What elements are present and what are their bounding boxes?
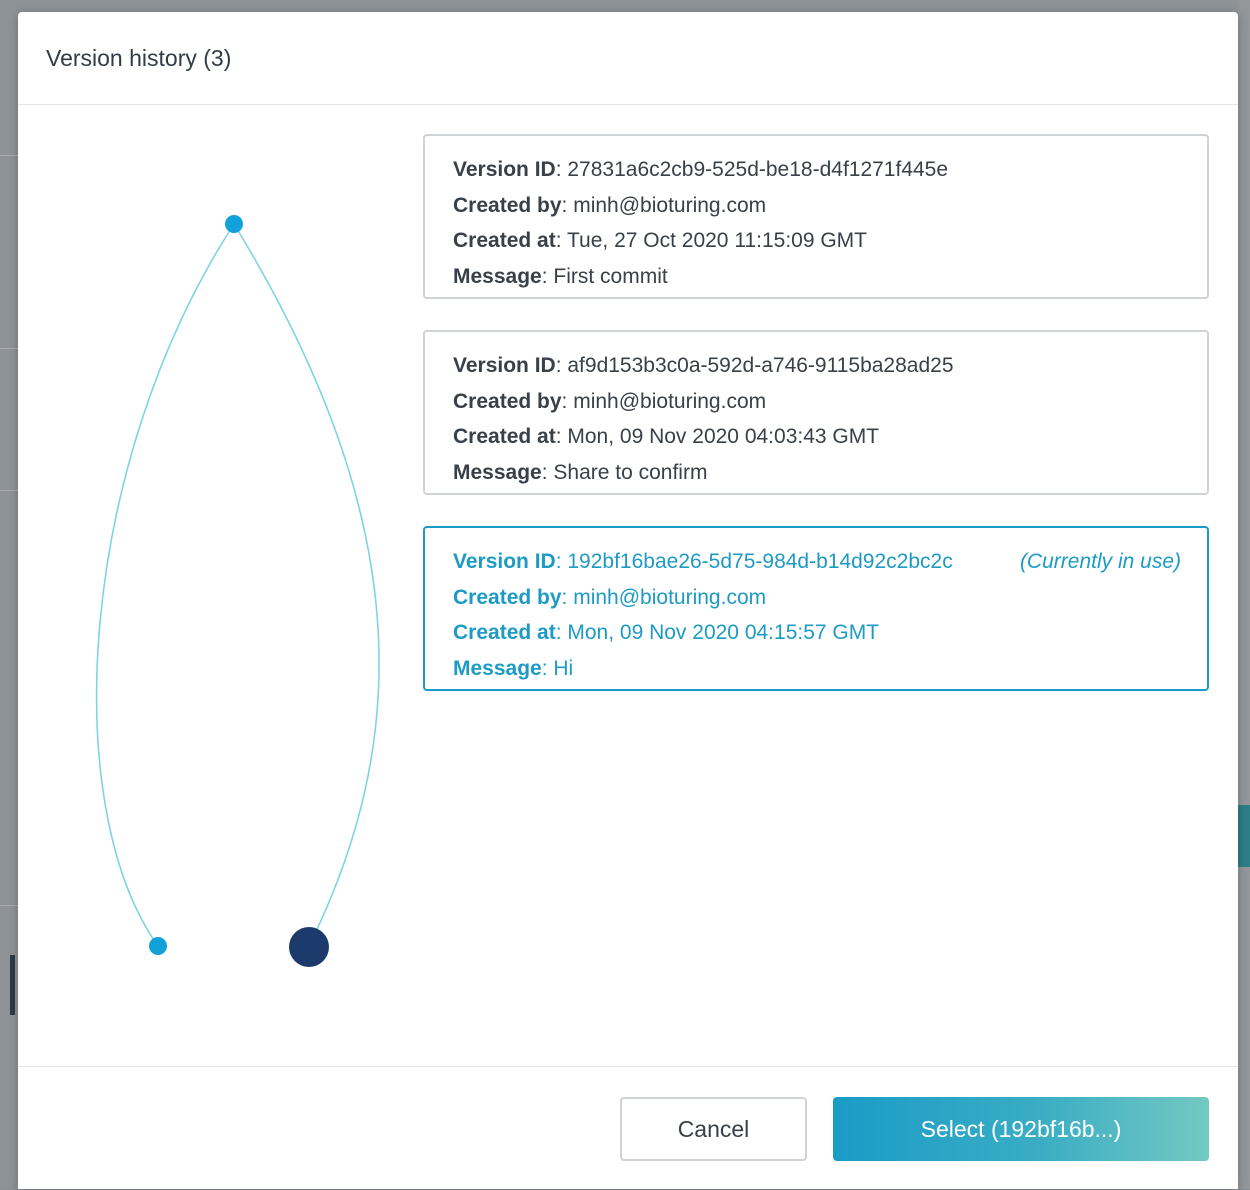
version-id: 27831a6c2cb9-525d-be18-d4f1271f445e	[567, 158, 949, 181]
message-value: Hi	[553, 656, 574, 680]
created-at-value: Mon, 09 Nov 2020 04:15:57 GMT	[567, 621, 880, 644]
version-card[interactable]: Version ID: 27831a6c2cb9-525d-be18-d4f12…	[423, 134, 1209, 299]
message-value: Share to confirm	[553, 460, 708, 484]
version-card[interactable]: Version ID: af9d153b3c0a-592d-a746-9115b…	[423, 330, 1209, 495]
graph-node-version-current[interactable]	[289, 927, 329, 967]
created-by-value: minh@bioturing.com	[573, 585, 767, 609]
message-value: First commit	[553, 264, 668, 288]
modal-header: Version history (3)	[18, 12, 1238, 105]
version-id-row: Version ID: af9d153b3c0a-592d-a746-9115b…	[453, 354, 954, 377]
message-row: Message: Hi	[453, 656, 574, 680]
version-id-row: Version ID: 27831a6c2cb9-525d-be18-d4f12…	[453, 158, 949, 181]
background-edge	[1238, 0, 1250, 1189]
created-by-value: minh@bioturing.com	[573, 193, 767, 217]
modal-title: Version history (3)	[46, 44, 232, 71]
version-card-current[interactable]: Version ID: 192bf16bae26-5d75-984d-b14d9…	[423, 526, 1209, 691]
message-row: Message: Share to confirm	[453, 460, 708, 484]
graph-edge	[95, 223, 235, 947]
graph-node-version-1[interactable]	[225, 215, 243, 233]
modal-footer: Cancel Select (192bf16b...)	[18, 1066, 1238, 1190]
version-graph	[95, 215, 380, 967]
background-marker	[10, 955, 15, 1015]
created-at-row: Created at: Mon, 09 Nov 2020 04:15:57 GM…	[453, 621, 880, 644]
created-at-value: Tue, 27 Oct 2020 11:15:09 GMT	[567, 229, 867, 252]
graph-node-version-2[interactable]	[149, 937, 167, 955]
graph-edge	[233, 223, 380, 947]
background-button-edge	[1238, 805, 1250, 867]
version-id: af9d153b3c0a-592d-a746-9115ba28ad25	[567, 354, 954, 377]
created-by-row: Created by: minh@bioturing.com	[453, 389, 767, 413]
created-at-row: Created at: Tue, 27 Oct 2020 11:15:09 GM…	[453, 229, 867, 252]
created-by-value: minh@bioturing.com	[573, 389, 767, 413]
version-id: 192bf16bae26-5d75-984d-b14d92c2bc2c	[567, 550, 953, 573]
select-version-button[interactable]: Select (192bf16b...)	[833, 1097, 1209, 1161]
version-list: Version ID: 27831a6c2cb9-525d-be18-d4f12…	[423, 134, 1209, 722]
message-row: Message: First commit	[453, 264, 668, 288]
created-by-row: Created by: minh@bioturing.com	[453, 585, 767, 609]
created-by-row: Created by: minh@bioturing.com	[453, 193, 767, 217]
currently-in-use-label: (Currently in use)	[1019, 550, 1181, 573]
created-at-row: Created at: Mon, 09 Nov 2020 04:03:43 GM…	[453, 425, 880, 448]
created-at-value: Mon, 09 Nov 2020 04:03:43 GMT	[567, 425, 880, 448]
cancel-button[interactable]: Cancel	[620, 1097, 807, 1161]
version-history-modal: Version history (3) Version ID: 27831a6c…	[18, 12, 1238, 1189]
